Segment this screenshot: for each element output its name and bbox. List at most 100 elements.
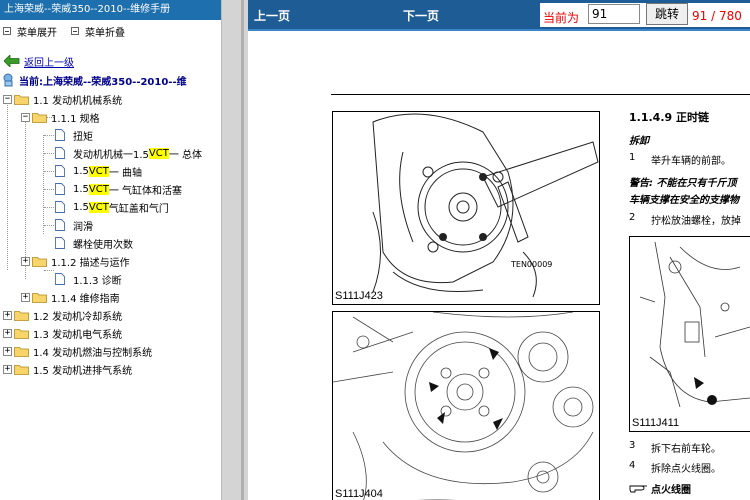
crankshaft-pulley-illustration [333,312,594,500]
document-icon [55,129,65,141]
step-text: 举升车辆的前部。 [651,156,731,167]
tree-node-label: 1.4 发动机燃油与控制系统 [33,347,153,359]
prev-page-button[interactable]: 上一页 [254,7,290,24]
back-arrow-icon [4,55,20,67]
back-link[interactable]: 返回上一级 [24,54,74,69]
expand-icon [3,27,11,35]
menu-expand-button[interactable]: 菜单展开 [3,24,57,39]
menu-expand-label: 菜单展开 [17,27,57,39]
document-icon [55,165,65,177]
header-rule [331,94,750,95]
section-title: 1.1.4.9 正时链 [629,111,709,124]
current-page-label: 当前为 [543,11,580,25]
tree-node-label: 1.1 发动机机械系统 [33,95,123,107]
figure-caption: S111J423 [335,290,383,302]
document-icon [55,201,65,213]
folder-icon [32,256,47,267]
current-location-text: 当前:上海荣威--荣威350--2010--维 [19,76,187,88]
tree-leaf-lubrication[interactable]: 润滑 [0,216,221,234]
tree-node-label: 1.5 发动机进排气系统 [33,365,133,377]
figure-s111j404: S111J404 [332,311,600,500]
tree-node-label: 1.2 发动机冷却系统 [33,311,123,323]
expand-toggle-icon[interactable]: + [3,364,12,374]
tree-leaf-label-prefix: 1.5 [73,183,89,195]
removal-heading: 拆卸 [629,136,649,147]
tree-leaf-torque[interactable]: 扭矩 [0,126,221,144]
tree-node-label: 1.1.4 维修指南 [51,293,120,305]
expand-toggle-icon[interactable]: + [21,256,30,266]
tree-node-1-1-4[interactable]: + 1.1.4 维修指南 [0,288,221,306]
tree-leaf-bolt-usage[interactable]: 螺栓使用次数 [0,234,221,252]
folder-icon [14,346,29,357]
tree-leaf-label-suffix: 气缸盖和气门 [108,203,169,215]
tree-node-label: 1.1.1 规格 [51,113,100,125]
search-highlight: VCT [88,201,109,213]
page-number-input[interactable] [588,4,640,24]
tree-leaf-label-prefix: 1.5 [73,165,89,177]
folder-open-icon [14,94,29,105]
collapse-icon [71,27,79,35]
step-text: 拧松放油螺栓，放掉 [651,216,741,227]
tree-leaf-crankshaft[interactable]: 1.5 VCT 一 曲轴 [0,162,221,180]
tree-node-1-4[interactable]: + 1.4 发动机燃油与控制系统 [0,342,221,360]
pointing-hand-icon [629,485,647,493]
expand-toggle-icon[interactable]: + [3,310,12,320]
tree-leaf-label-prefix: 发动机机械一1.5 [73,149,149,161]
tree-leaf-label: 1.1.3 诊断 [73,275,122,287]
menu-controls: 菜单展开 菜单折叠 [0,20,221,42]
search-highlight: VCT [88,183,109,195]
next-page-button[interactable]: 下一页 [403,7,439,24]
expand-toggle-icon[interactable]: + [3,328,12,338]
oil-pan-illustration [639,241,750,408]
menu-collapse-label: 菜单折叠 [85,27,125,39]
tree-node-1-1-1[interactable]: − 1.1.1 规格 [0,108,221,126]
expand-toggle-icon[interactable]: + [21,292,30,302]
tree-leaf-label-prefix: 1.5 [73,201,89,213]
step-number: 2 [629,212,636,223]
document-icon [55,183,65,195]
document-icon [55,219,65,231]
step-number: 1 [629,152,636,163]
document-viewer: 上一页 下一页 当前为 跳转 91 / 780 [248,0,750,500]
document-icon [55,273,65,285]
figure-caption: S111J411 [632,417,680,429]
menu-collapse-button[interactable]: 菜单折叠 [71,24,125,39]
folder-icon [14,310,29,321]
step-text: 拆下右前车轮。 [651,444,721,455]
tree-leaf-label-suffix: 一 总体 [168,149,203,161]
expand-toggle-icon[interactable]: + [3,346,12,356]
tree-node-1-1[interactable]: − 1.1 发动机机械系统 [0,90,221,108]
tree-leaf-overall[interactable]: 发动机机械一1.5 VCT 一 总体 [0,144,221,162]
figure-reference-label: TEN00009 [511,260,553,269]
tree-leaf-label-suffix: 一 曲轴 [108,167,143,179]
figure-s111j411: S111J411 [629,236,750,432]
collapse-toggle-icon[interactable]: − [21,112,30,122]
tree-leaf-label: 扭矩 [73,131,93,143]
tree-node-label: 1.3 发动机电气系统 [33,329,123,341]
folder-open-icon [32,112,47,123]
tree-node-1-5[interactable]: + 1.5 发动机进排气系统 [0,360,221,378]
step-number: 4 [629,460,636,471]
current-location: 当前:上海荣威--荣威350--2010--维 [0,70,221,90]
manual-page: TEN00009 S111J423 S111J404 1.1.4.9 正时链 拆… [248,31,750,500]
tree-leaf-cylinder-block[interactable]: 1.5 VCT 一 气缸体和活塞 [0,180,221,198]
document-icon [55,237,65,249]
collapse-toggle-icon[interactable]: − [3,94,12,104]
tree-node-1-3[interactable]: + 1.3 发动机电气系统 [0,324,221,342]
panel-splitter[interactable] [221,0,248,500]
tree-leaf-label: 螺栓使用次数 [73,239,133,251]
splitter-grip[interactable] [241,0,244,500]
tree-leaf-diagnosis[interactable]: 1.1.3 诊断 [0,270,221,288]
search-highlight: VCT [88,165,109,177]
tree-node-1-1-2[interactable]: + 1.1.2 描述与运作 [0,252,221,270]
step-text: 拆除点火线圈。 [651,464,721,475]
tree-leaf-cylinder-head[interactable]: 1.5 VCT 气缸盖和气门 [0,198,221,216]
tree-node-1-2[interactable]: + 1.2 发动机冷却系统 [0,306,221,324]
warning-text-line1: 警告: 不能在只有千斤顶 [629,178,737,189]
jump-button[interactable]: 跳转 [646,3,688,25]
navigation-tree-panel: 上海荣威--荣威350--2010--维修手册 菜单展开 菜单折叠 返回上一级 … [0,0,221,500]
search-highlight: VCT [148,147,169,159]
document-icon [55,147,65,159]
warning-text-line2: 车辆支撑在安全的支撑物 [629,195,739,206]
figure-caption: S111J404 [335,488,383,500]
